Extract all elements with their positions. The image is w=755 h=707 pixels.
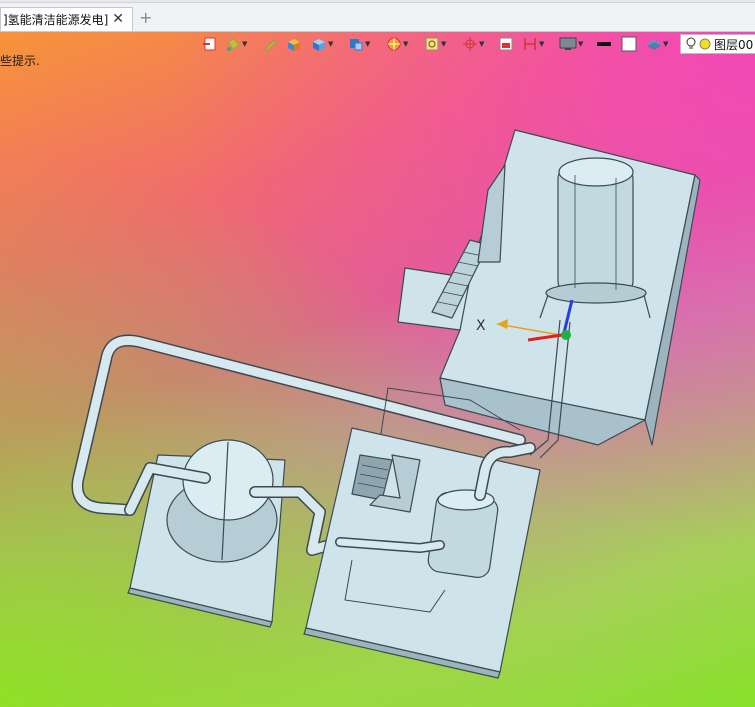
- monitor-icon[interactable]: ▼: [559, 34, 583, 54]
- document-tab-title: ]氢能清洁能源发电]: [3, 13, 109, 27]
- import-icon[interactable]: [202, 34, 218, 54]
- view-cube-icon[interactable]: ▼: [348, 34, 370, 54]
- title-bar-remnant: [0, 0, 755, 3]
- upper-vessel-cap: [558, 157, 634, 187]
- new-tab-button[interactable]: +: [139, 8, 152, 27]
- zoom-fit-icon[interactable]: ▼: [424, 34, 446, 54]
- line-color-icon[interactable]: [596, 34, 612, 54]
- 3d-viewport[interactable]: X: [0, 0, 755, 707]
- section-view-icon[interactable]: [498, 34, 514, 54]
- layer-selector[interactable]: 图层00: [680, 34, 755, 54]
- tab-bar: ]氢能清洁能源发电] ✕ +: [0, 0, 755, 32]
- layer-selector-value: 图层00: [714, 37, 754, 52]
- axis-target-icon[interactable]: ▼: [462, 34, 484, 54]
- fill-color-icon[interactable]: [621, 34, 637, 54]
- x-axis-label: X: [476, 318, 486, 334]
- view-toolbar: ▼ ▼ ▼ ▼ ▼ ▼ ▼ ▼ ▼: [198, 34, 678, 54]
- upper-wall-panel: [477, 164, 506, 263]
- layer-status-icon: [699, 38, 711, 50]
- close-tab-icon[interactable]: ✕: [112, 11, 124, 27]
- pencil-icon[interactable]: [262, 34, 278, 54]
- document-tab[interactable]: ]氢能清洁能源发电] ✕: [0, 7, 133, 31]
- solid-box-icon[interactable]: [286, 34, 302, 54]
- dimension-icon[interactable]: ▼: [522, 34, 544, 54]
- layers-icon[interactable]: ▼: [646, 34, 668, 54]
- lightbulb-icon: [686, 37, 696, 49]
- render-sphere-icon[interactable]: ▼: [386, 34, 408, 54]
- hint-text: 些提示.: [0, 54, 40, 68]
- shaded-cube-icon[interactable]: ▼: [311, 34, 333, 54]
- paint-bucket-icon[interactable]: ▼: [225, 34, 247, 54]
